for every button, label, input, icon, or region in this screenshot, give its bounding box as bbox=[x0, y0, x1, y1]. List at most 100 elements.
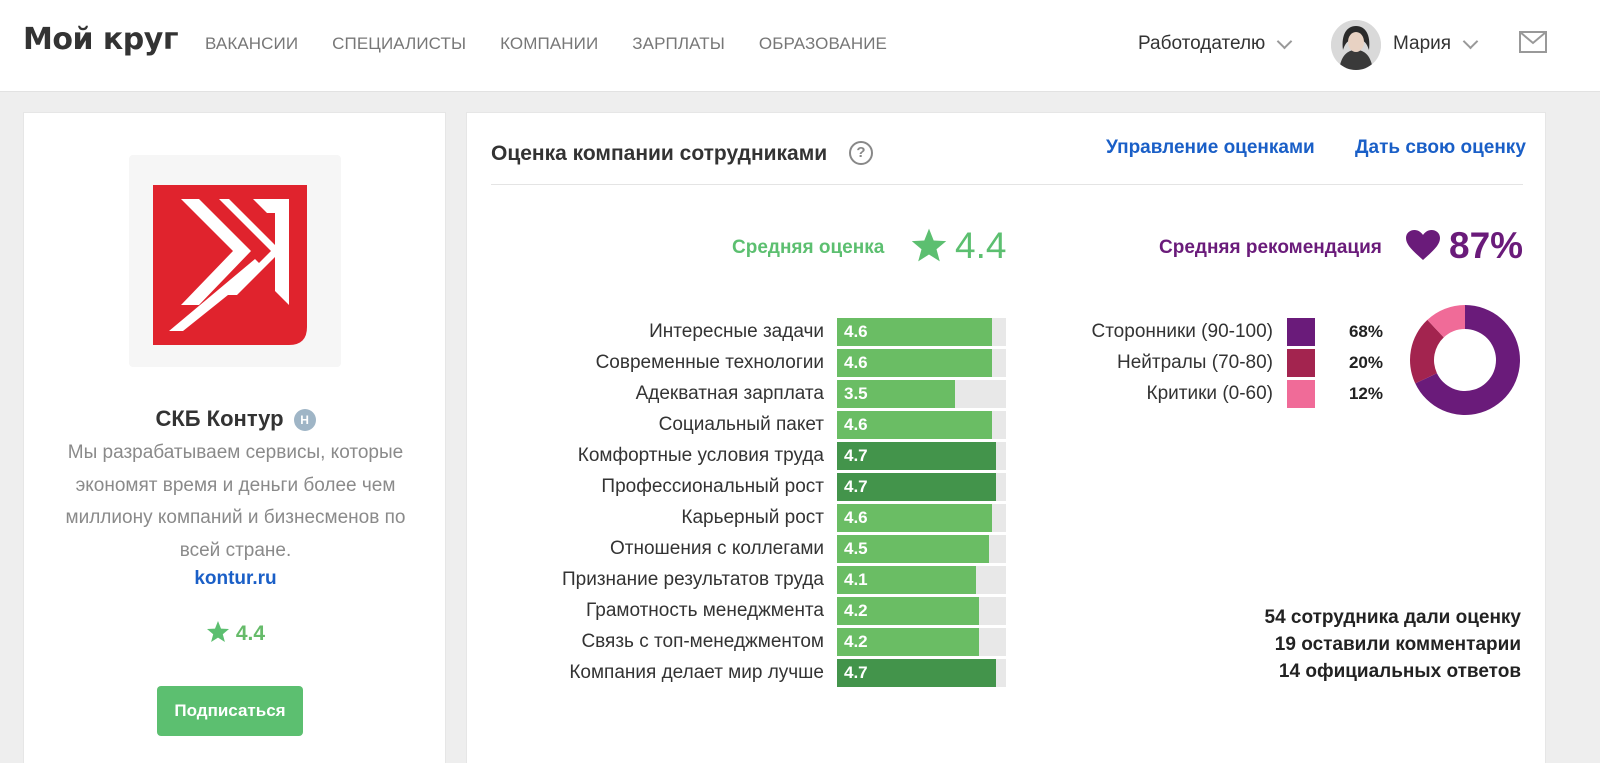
company-name: СКБ Контур H bbox=[24, 406, 447, 432]
nav-item-companies[interactable]: КОМПАНИИ bbox=[500, 34, 598, 54]
criteria-label: Современные технологии bbox=[595, 352, 824, 373]
company-rating: 4.4 bbox=[24, 620, 447, 646]
nav-item-vacancies[interactable]: ВАКАНСИИ bbox=[205, 34, 298, 54]
criteria-bar-track: 4.7 bbox=[837, 473, 1006, 501]
help-icon[interactable]: ? bbox=[849, 141, 873, 165]
criteria-row: Отношения с коллегами 4.5 bbox=[467, 533, 1006, 564]
criteria-label: Интересные задачи bbox=[649, 321, 824, 342]
company-website-link[interactable]: kontur.ru bbox=[24, 568, 447, 590]
criteria-bar-track: 4.6 bbox=[837, 318, 1006, 346]
criteria-row: Комфортные условия труда 4.7 bbox=[467, 440, 1006, 471]
user-menu[interactable]: Мария bbox=[1393, 33, 1479, 55]
manage-ratings-link[interactable]: Управление оценками bbox=[1106, 137, 1315, 159]
legend-percent: 12% bbox=[1348, 384, 1383, 403]
ratings-card: Оценка компании сотрудниками ? Управлени… bbox=[466, 112, 1546, 763]
legend-percent: 20% bbox=[1348, 353, 1383, 372]
criteria-bar: 3.5 bbox=[837, 380, 956, 408]
criteria-bar: 4.6 bbox=[837, 318, 993, 346]
criteria-value: 4.7 bbox=[844, 663, 868, 682]
nav-item-education[interactable]: ОБРАЗОВАНИЕ bbox=[759, 34, 887, 54]
nav-item-specialists[interactable]: СПЕЦИАЛИСТЫ bbox=[332, 34, 466, 54]
criteria-bar-track: 4.2 bbox=[837, 597, 1006, 625]
star-icon bbox=[910, 227, 948, 268]
chevron-down-icon bbox=[1462, 33, 1479, 49]
criteria-row: Интересные задачи 4.6 bbox=[467, 316, 1006, 347]
criteria-label: Профессиональный рост bbox=[601, 476, 824, 497]
criteria-bar-track: 4.5 bbox=[837, 535, 1006, 563]
criteria-label: Отношения с коллегами bbox=[610, 538, 824, 559]
criteria-row: Социальный пакет 4.6 bbox=[467, 409, 1006, 440]
legend-label: Нейтралы (70-80) bbox=[1116, 352, 1273, 373]
legend-row: Сторонники (90-100) 68% bbox=[1067, 316, 1383, 347]
legend-row: Критики (0-60) 12% bbox=[1067, 378, 1383, 409]
criteria-row: Связь с топ-менеджментом 4.2 bbox=[467, 626, 1006, 657]
ratings-title: Оценка компании сотрудниками bbox=[491, 142, 828, 165]
legend-swatch bbox=[1287, 380, 1315, 408]
criteria-label: Социальный пакет bbox=[658, 414, 824, 435]
criteria-row: Современные технологии 4.6 bbox=[467, 347, 1006, 378]
give-rating-link[interactable]: Дать свою оценку bbox=[1355, 137, 1526, 159]
criteria-label: Карьерный рост bbox=[681, 507, 824, 528]
criteria-bar: 4.2 bbox=[837, 628, 979, 656]
criteria-value: 4.6 bbox=[844, 415, 868, 434]
criteria-bar-track: 4.7 bbox=[837, 442, 1006, 470]
criteria-label: Признание результатов труда bbox=[561, 569, 824, 590]
criteria-bar-track: 4.2 bbox=[837, 628, 1006, 656]
criteria-row: Карьерный рост 4.6 bbox=[467, 502, 1006, 533]
avatar-icon bbox=[1331, 20, 1381, 70]
criteria-row: Признание результатов труда 4.1 bbox=[467, 564, 1006, 595]
company-rating-value: 4.4 bbox=[235, 622, 266, 645]
criteria-value: 4.5 bbox=[844, 539, 868, 558]
legend-swatch bbox=[1287, 349, 1315, 377]
company-description: Мы разрабатываем сервисы, которые эконом… bbox=[65, 442, 406, 561]
legend-label: Сторонники (90-100) bbox=[1091, 321, 1273, 342]
criteria-row: Компания делает мир лучше 4.7 bbox=[467, 657, 1006, 688]
criteria-bar: 4.7 bbox=[837, 659, 996, 687]
criteria-bar-track: 4.1 bbox=[837, 566, 1006, 594]
criteria-value: 3.5 bbox=[844, 384, 868, 403]
criteria-label: Грамотность менеджмента bbox=[586, 600, 824, 621]
criteria-value: 4.6 bbox=[844, 322, 868, 341]
mail-icon[interactable] bbox=[1519, 31, 1547, 58]
stat-ratings-count: 54 сотрудника дали оценку bbox=[1264, 607, 1522, 628]
recommendation-donut-chart bbox=[1410, 305, 1520, 415]
criteria-row: Профессиональный рост 4.7 bbox=[467, 471, 1006, 502]
criteria-value: 4.7 bbox=[844, 477, 868, 496]
user-name: Мария bbox=[1393, 33, 1452, 54]
criteria-label: Компания делает мир лучше bbox=[569, 662, 824, 683]
avatar[interactable] bbox=[1331, 20, 1381, 70]
criteria-value: 4.7 bbox=[844, 446, 868, 465]
verified-badge: H bbox=[293, 409, 316, 431]
criteria-value: 4.2 bbox=[844, 601, 868, 620]
criteria-bar: 4.6 bbox=[837, 411, 993, 439]
site-logo[interactable]: Мой круг bbox=[23, 22, 179, 57]
criteria-value: 4.6 bbox=[844, 353, 868, 372]
ratings-stats: 54 сотрудника дали оценку 19 оставили ко… bbox=[1265, 604, 1522, 685]
employer-label: Работодателю bbox=[1138, 33, 1266, 54]
divider bbox=[491, 184, 1523, 185]
criteria-bar: 4.1 bbox=[837, 566, 976, 594]
nav-item-salaries[interactable]: ЗАРПЛАТЫ bbox=[632, 34, 725, 54]
average-recommendation-value: 87% bbox=[1449, 225, 1524, 266]
criteria-bar: 4.7 bbox=[837, 473, 996, 501]
company-logo bbox=[129, 155, 341, 367]
criteria-value: 4.1 bbox=[844, 570, 868, 589]
criteria-value: 4.2 bbox=[844, 632, 868, 651]
company-name-text: СКБ Контур bbox=[155, 406, 284, 431]
criteria-bar: 4.5 bbox=[837, 535, 990, 563]
criteria-label: Адекватная зарплата bbox=[635, 383, 824, 404]
legend-swatch bbox=[1287, 318, 1315, 346]
criteria-bar: 4.6 bbox=[837, 349, 993, 377]
criteria-bar-track: 4.6 bbox=[837, 411, 1006, 439]
legend-label: Критики (0-60) bbox=[1146, 383, 1273, 404]
criteria-label: Связь с топ-менеджментом bbox=[581, 631, 824, 652]
subscribe-button[interactable]: Подписаться bbox=[157, 686, 303, 736]
criteria-row: Адекватная зарплата 3.5 bbox=[467, 378, 1006, 409]
criteria-bar: 4.2 bbox=[837, 597, 979, 625]
chevron-down-icon bbox=[1277, 33, 1293, 49]
stat-official-answers: 14 официальных ответов bbox=[1278, 661, 1521, 682]
employer-menu[interactable]: Работодателю bbox=[1138, 33, 1293, 55]
criteria-bar-track: 4.6 bbox=[837, 504, 1006, 532]
criteria-bar: 4.7 bbox=[837, 442, 996, 470]
criteria-bar: 4.6 bbox=[837, 504, 993, 532]
